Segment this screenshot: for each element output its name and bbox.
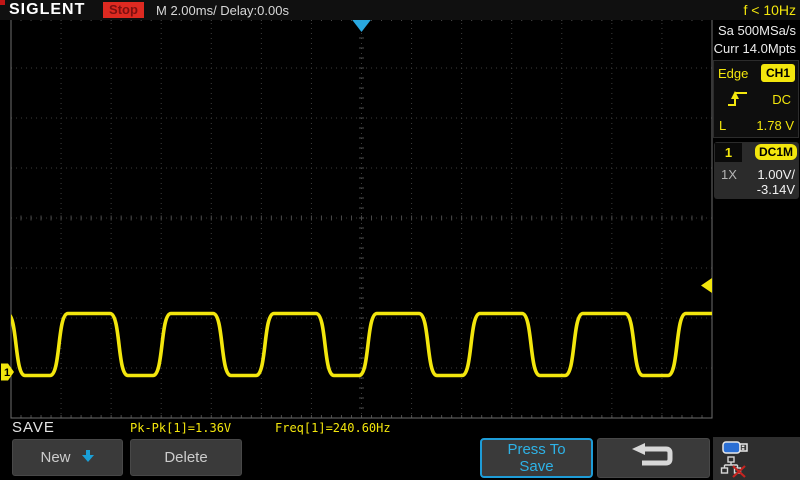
memory-depth-readout: Curr 14.0Mpts bbox=[710, 40, 796, 58]
trigger-position-marker-icon bbox=[352, 19, 372, 32]
delete-button[interactable]: Delete bbox=[130, 439, 242, 476]
acquisition-info: Sa 500MSa/s Curr 14.0Mpts bbox=[710, 22, 798, 58]
trigger-level-value: 1.78 V bbox=[756, 118, 794, 133]
dropdown-arrow-icon bbox=[81, 449, 95, 467]
channel1-probe-attenuation: 1X bbox=[721, 167, 737, 182]
trigger-frequency-readout: f < 10Hz bbox=[743, 2, 796, 18]
trigger-type-label: Edge bbox=[718, 66, 748, 81]
brand-logo: SIGLENT bbox=[9, 1, 85, 19]
return-arrow-icon bbox=[632, 443, 676, 473]
channel1-ground-marker-label: 1 bbox=[4, 367, 10, 379]
brand-dot bbox=[0, 0, 5, 5]
channel1-coupling-badge: DC1M bbox=[755, 144, 797, 160]
channel1-waveform-trace bbox=[0, 314, 800, 376]
rising-edge-icon bbox=[727, 90, 749, 113]
lan-disconnected-icon bbox=[720, 456, 750, 480]
sample-rate-readout: Sa 500MSa/s bbox=[710, 22, 796, 40]
trigger-panel: Edge CH1 DC L 1.78 V bbox=[713, 60, 799, 138]
return-button[interactable] bbox=[597, 438, 710, 478]
top-status-bar: SIGLENT Stop M 2.00ms/ Delay:0.00s f < 1… bbox=[0, 0, 800, 20]
trigger-type-row: Edge CH1 bbox=[714, 61, 798, 87]
trigger-level-label: L bbox=[719, 118, 726, 133]
channel1-offset: -3.14V bbox=[757, 182, 795, 197]
trigger-level-marker-icon bbox=[701, 278, 712, 293]
timebase-readout: M 2.00ms/ Delay:0.00s bbox=[156, 3, 289, 18]
new-button-label: New bbox=[40, 449, 70, 466]
press-to-save-button[interactable]: Press To Save bbox=[480, 438, 593, 478]
measurement-freq: Freq[1]=240.60Hz bbox=[275, 421, 391, 435]
new-button[interactable]: New bbox=[12, 439, 123, 476]
trigger-source-badge: CH1 bbox=[761, 64, 795, 82]
status-icon-panel bbox=[713, 437, 800, 480]
graticule-display: 1 bbox=[0, 0, 800, 480]
save-button-line1: Press To bbox=[507, 441, 565, 458]
oscilloscope-screen: 1 SIGLENT Stop M 2.00ms/ Delay:0.00s f <… bbox=[0, 0, 800, 480]
channel1-volts-per-div: 1.00V/ bbox=[757, 167, 795, 182]
trigger-coupling-label: DC bbox=[772, 92, 791, 107]
channel1-panel: 1 DC1M 1X 1.00V/ -3.14V bbox=[714, 142, 799, 199]
measurement-pkpk: Pk-Pk[1]=1.36V bbox=[130, 421, 231, 435]
trigger-slope-row: DC bbox=[714, 87, 798, 113]
save-button-line2: Save bbox=[519, 458, 553, 475]
menu-title: SAVE bbox=[12, 419, 55, 436]
delete-button-label: Delete bbox=[164, 449, 207, 466]
channel1-number-box: 1 bbox=[715, 143, 742, 162]
trigger-level-row: L 1.78 V bbox=[714, 113, 798, 139]
acquisition-status-badge: Stop bbox=[103, 2, 144, 18]
